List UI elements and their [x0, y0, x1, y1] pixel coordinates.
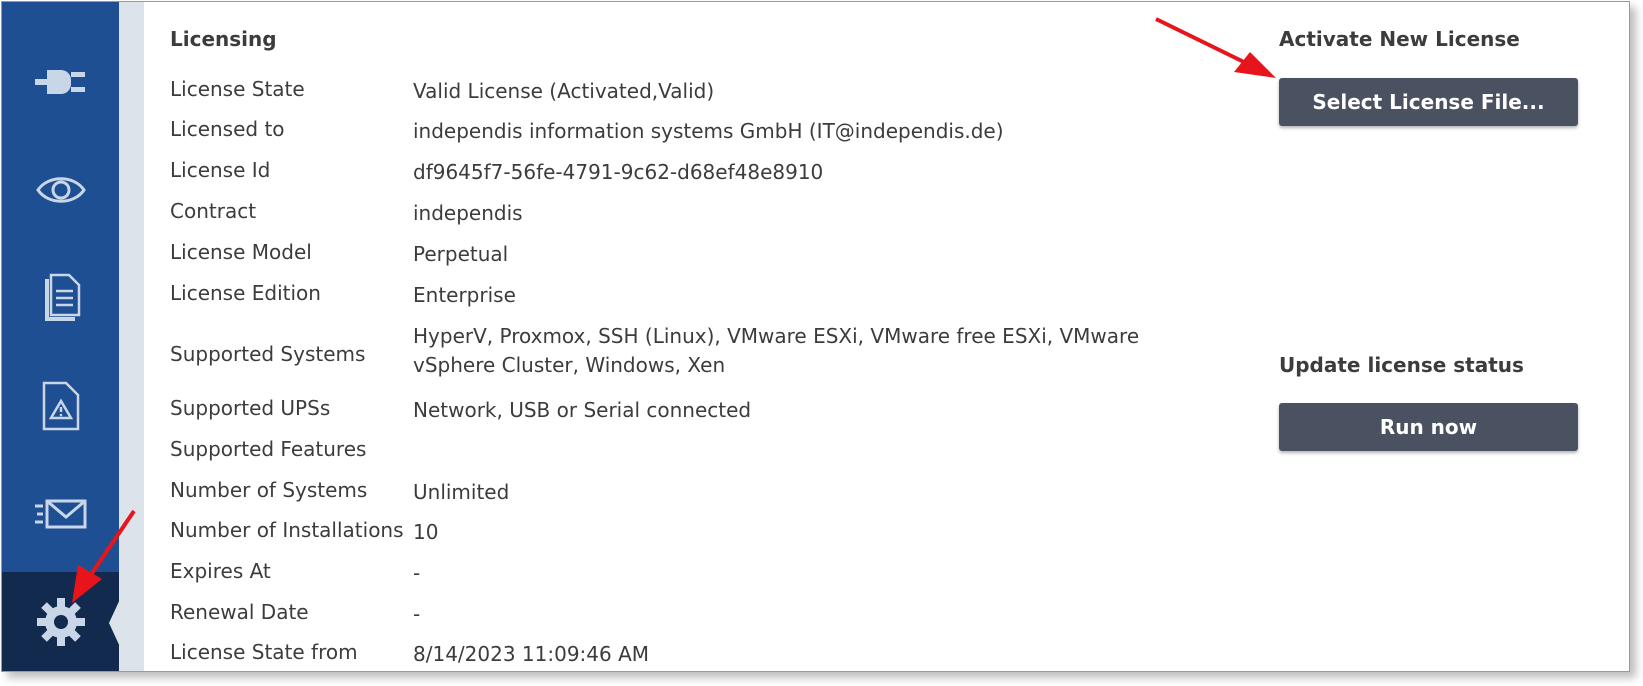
- activate-license-title: Activate New License: [1279, 27, 1520, 51]
- active-indicator: [109, 597, 121, 649]
- row-label: Supported UPSs: [170, 396, 331, 420]
- sidebar-item-monitor[interactable]: [2, 136, 119, 244]
- mail-icon: [34, 499, 86, 529]
- licensing-title: Licensing: [170, 27, 277, 51]
- sidebar-nav: [2, 2, 119, 671]
- plug-icon: [34, 70, 85, 94]
- licensing-panel: Licensing License State Valid License (A…: [144, 2, 1629, 671]
- row-label: License Edition: [170, 281, 321, 305]
- app-window: Licensing License State Valid License (A…: [1, 1, 1630, 672]
- update-license-status-title: Update license status: [1279, 353, 1524, 377]
- row-label: License State from: [170, 640, 358, 664]
- row-value: independis information systems GmbH (IT@…: [413, 119, 1004, 143]
- row-label: License State: [170, 77, 305, 101]
- row-value: -: [413, 602, 421, 626]
- row-value: Enterprise: [413, 283, 516, 307]
- row-label: License Model: [170, 240, 312, 264]
- document-icon: [44, 273, 80, 321]
- row-value: HyperV, Proxmox, SSH (Linux), VMware ESX…: [413, 324, 1140, 377]
- sidebar-item-logs[interactable]: [2, 244, 119, 352]
- row-label: Renewal Date: [170, 600, 309, 624]
- sidebar-item-notifications[interactable]: [2, 460, 119, 568]
- row-value: Perpetual: [413, 242, 509, 266]
- sidebar-item-alerts[interactable]: [2, 352, 119, 460]
- row-value: independis: [413, 201, 523, 225]
- row-label: Supported Features: [170, 437, 367, 461]
- row-value: Network, USB or Serial connected: [413, 398, 752, 422]
- row-label: Expires At: [170, 559, 271, 583]
- sidebar-item-settings[interactable]: [2, 572, 119, 671]
- row-value: df9645f7-56fe-4791-9c62-d68ef48e8910: [413, 160, 824, 184]
- row-value: Valid License (Activated,Valid): [413, 79, 715, 103]
- sidebar-divider: [119, 2, 144, 671]
- row-label: Supported Systems: [170, 342, 366, 366]
- select-license-file-button[interactable]: Select License File...: [1279, 78, 1578, 126]
- row-label: Licensed to: [170, 117, 285, 141]
- row-value: -: [413, 561, 421, 585]
- row-value: 8/14/2023 11:09:46 AM: [413, 642, 650, 666]
- row-label: License Id: [170, 158, 271, 182]
- warning-document-icon: [42, 381, 79, 431]
- eye-icon: [35, 177, 86, 203]
- run-now-button[interactable]: Run now: [1279, 403, 1578, 451]
- sidebar-item-connections[interactable]: [2, 28, 119, 136]
- gear-icon: [36, 597, 85, 646]
- row-label: Contract: [170, 199, 257, 223]
- row-value: Unlimited: [413, 480, 510, 504]
- row-label: Number of Installations: [170, 518, 404, 542]
- row-label: Number of Systems: [170, 478, 368, 502]
- row-value: 10: [413, 520, 439, 544]
